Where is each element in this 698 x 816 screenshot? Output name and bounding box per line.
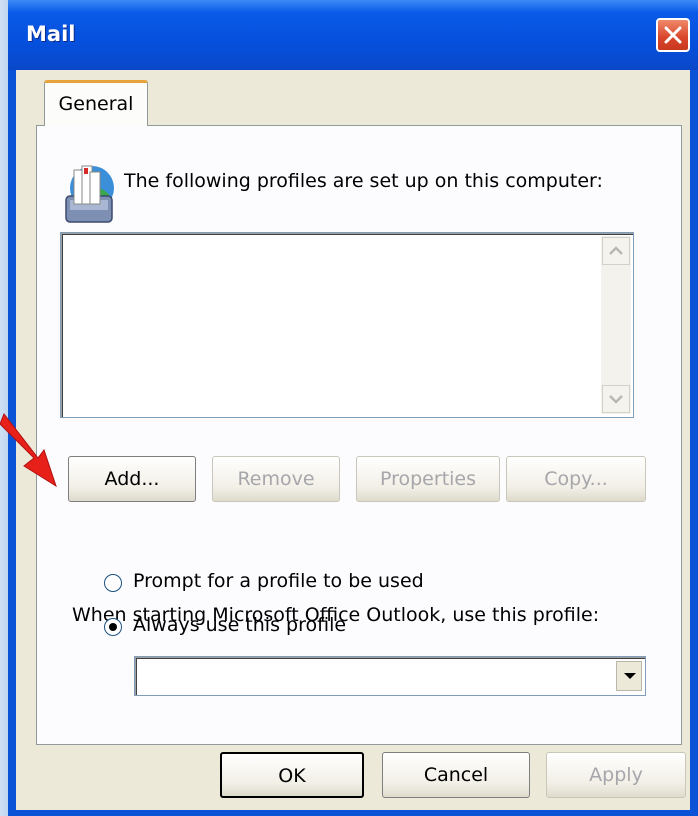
dropdown-arrow-icon bbox=[624, 673, 636, 679]
scroll-down-icon bbox=[609, 395, 623, 404]
ok-button[interactable]: OK bbox=[220, 752, 364, 798]
remove-button[interactable]: Remove bbox=[212, 456, 340, 502]
window-title: Mail bbox=[26, 22, 76, 46]
copy-button[interactable]: Copy... bbox=[506, 456, 646, 502]
profile-select[interactable] bbox=[134, 656, 646, 696]
scroll-up-button[interactable] bbox=[602, 237, 630, 265]
tab-general-label: General bbox=[58, 93, 134, 115]
title-bar[interactable]: Mail bbox=[8, 0, 698, 70]
red-arrow-annotation bbox=[0, 413, 57, 488]
properties-button[interactable]: Properties bbox=[356, 456, 500, 502]
prompt-profile-radio[interactable] bbox=[104, 574, 122, 592]
apply-button[interactable]: Apply bbox=[546, 752, 686, 798]
always-profile-radio[interactable] bbox=[104, 618, 122, 636]
mail-dialog: Mail General The following profiles are … bbox=[8, 0, 698, 816]
profiles-label: The following profiles are set up on thi… bbox=[124, 170, 603, 192]
general-tab-panel bbox=[36, 125, 682, 745]
tab-general[interactable]: General bbox=[44, 80, 148, 126]
profiles-scrollbar[interactable] bbox=[601, 236, 631, 414]
close-button[interactable] bbox=[656, 18, 690, 52]
scroll-up-icon bbox=[609, 246, 623, 255]
profiles-listbox[interactable] bbox=[60, 232, 634, 418]
cancel-button[interactable]: Cancel bbox=[382, 752, 530, 798]
profile-select-dropdown-button[interactable] bbox=[616, 661, 642, 691]
always-profile-label[interactable]: Always use this profile bbox=[133, 614, 346, 636]
scroll-down-button[interactable] bbox=[602, 385, 630, 413]
close-icon bbox=[664, 26, 682, 44]
add-button[interactable]: Add... bbox=[68, 456, 196, 502]
dialog-client-area: General The following profiles are set u… bbox=[16, 70, 690, 810]
mail-profiles-icon bbox=[65, 165, 114, 223]
prompt-profile-label[interactable]: Prompt for a profile to be used bbox=[133, 570, 424, 592]
